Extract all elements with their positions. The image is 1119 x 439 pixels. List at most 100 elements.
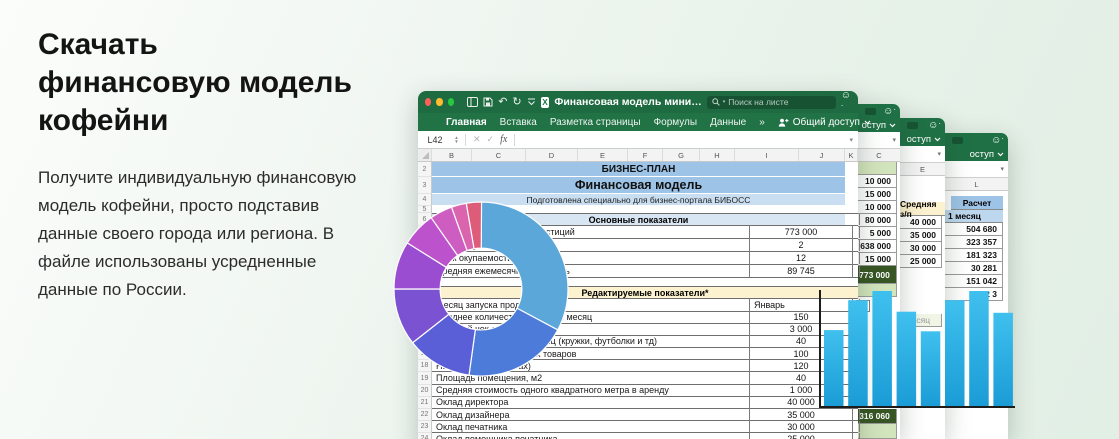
- value-cell[interactable]: 15 000: [858, 188, 897, 201]
- dropdown-arrow-icon[interactable]: ▾: [937, 150, 941, 158]
- row-number-21[interactable]: 21: [418, 397, 432, 409]
- row-number-9[interactable]: 9: [418, 252, 432, 265]
- tab-overflow[interactable]: »: [759, 117, 765, 128]
- row-number-20[interactable]: 20: [418, 385, 432, 397]
- feedback-smiley-icon[interactable]: ☺·: [841, 91, 851, 113]
- save-icon[interactable]: [483, 97, 493, 107]
- row-number-4[interactable]: 4: [418, 194, 432, 206]
- column-header-B[interactable]: B: [432, 149, 472, 161]
- header-cell[interactable]: Расчет: [951, 196, 1003, 210]
- row-number-18[interactable]: 18: [418, 360, 432, 372]
- column-header-E[interactable]: E: [578, 149, 628, 161]
- name-box-stepper[interactable]: ▲▼: [452, 136, 461, 144]
- value-cell-row-24[interactable]: 25 000: [749, 432, 853, 439]
- label-cell-row-14[interactable]: Среднее количество заказов в месяц: [436, 312, 592, 323]
- column-header[interactable]: E: [900, 163, 945, 176]
- column-header-I[interactable]: I: [735, 149, 799, 161]
- cancel-icon[interactable]: ✕: [473, 134, 481, 145]
- toolbar-options-icon[interactable]: [527, 98, 536, 106]
- merged-cell-row-2[interactable]: БИЗНЕС-ПЛАН: [432, 162, 845, 177]
- value-cell[interactable]: 30 281: [945, 262, 1003, 275]
- value-cell-row-7[interactable]: 773 000: [749, 225, 853, 239]
- column-header-F[interactable]: F: [628, 149, 663, 161]
- label-cell-row-21[interactable]: Оклад директора: [436, 397, 508, 408]
- value-cell[interactable]: 30 000: [900, 242, 942, 255]
- row-number-14[interactable]: 14: [418, 312, 432, 324]
- value-cell[interactable]: 10 000: [858, 175, 897, 188]
- share-button-fragment[interactable]: оступ: [907, 134, 941, 145]
- value-cell-row-9[interactable]: 12: [749, 251, 853, 265]
- merged-cell-row-4[interactable]: Подготовлена специально для бизнес-порта…: [432, 194, 845, 206]
- feedback-smiley-icon[interactable]: ☺·: [883, 105, 896, 117]
- dropdown-arrow-icon[interactable]: ▾: [1000, 165, 1004, 173]
- undo-icon[interactable]: ↶: [498, 97, 507, 108]
- value-cell[interactable]: 25 000: [900, 255, 942, 268]
- label-cell-row-10[interactable]: Средняя ежемесячная прибыль: [436, 265, 570, 277]
- merged-cell-row-3[interactable]: Финансовая модель: [432, 177, 845, 194]
- enter-icon[interactable]: ✓: [487, 134, 495, 145]
- row-number-3[interactable]: 3: [418, 177, 432, 194]
- row-number-15[interactable]: 15: [418, 324, 432, 336]
- label-cell-row-17[interactable]: Продажа сопутствующих товаров: [436, 348, 576, 359]
- value-cell[interactable]: 10 000: [858, 201, 897, 214]
- column-header-J[interactable]: J: [799, 149, 845, 161]
- label-cell-row-24[interactable]: Оклад помощника печатника: [436, 433, 558, 439]
- dropdown-arrow-icon[interactable]: ▾: [892, 136, 896, 144]
- row-number-12[interactable]: 12: [418, 286, 432, 299]
- value-cell[interactable]: 504 680: [945, 223, 1003, 236]
- merged-cell-row-6[interactable]: Основные показатели: [432, 214, 845, 225]
- row-number-24[interactable]: 24: [418, 433, 432, 439]
- label-cell-row-20[interactable]: Средняя стоимость одного квадратного мет…: [436, 385, 669, 396]
- minimize-button[interactable]: [436, 98, 442, 106]
- value-cell-row-10[interactable]: 89 745: [749, 264, 853, 278]
- close-button[interactable]: [425, 98, 431, 106]
- merged-cell-row-12[interactable]: Редактируемые показатели*: [432, 287, 858, 298]
- row-number-23[interactable]: 23: [418, 421, 432, 433]
- label-cell-row-16[interactable]: Количество товаров в месяц (кружки, футб…: [436, 336, 657, 347]
- sheet-search-input[interactable]: ▾ Поиск на листе: [707, 96, 836, 109]
- value-cell[interactable]: 151 042: [945, 275, 1003, 288]
- row-number-16[interactable]: 16: [418, 336, 432, 348]
- redo-icon[interactable]: ↻: [512, 97, 521, 108]
- value-cell[interactable]: 181 323: [945, 249, 1003, 262]
- row-number-5[interactable]: 5: [418, 206, 432, 213]
- row-number-7[interactable]: 7: [418, 226, 432, 239]
- label-cell-row-7[interactable]: Необходимый объем инвестиций: [436, 226, 575, 238]
- row-number-11[interactable]: 11: [418, 278, 432, 286]
- tab-razmetka[interactable]: Разметка страницы: [550, 117, 641, 128]
- row-number-6[interactable]: 6: [418, 213, 432, 226]
- value-cell[interactable]: 35 000: [900, 229, 942, 242]
- row-number-10[interactable]: 10: [418, 265, 432, 278]
- label-cell-row-8[interactable]: Срок запуска (мес): [436, 239, 515, 251]
- row-number-2[interactable]: 2: [418, 162, 432, 177]
- column-header[interactable]: C: [858, 149, 900, 162]
- tab-formuly[interactable]: Формулы: [654, 117, 698, 128]
- label-cell-row-19[interactable]: Площадь помещения, м2: [436, 372, 542, 383]
- column-header-C[interactable]: C: [472, 149, 526, 161]
- select-all-corner[interactable]: [418, 149, 432, 161]
- label-cell-row-18[interactable]: Наценка (в процентах): [436, 360, 531, 371]
- share-button-fragment[interactable]: оступ: [970, 149, 1004, 160]
- tab-glavnaya[interactable]: Главная: [446, 117, 487, 128]
- column-header[interactable]: L: [945, 178, 1008, 191]
- label-cell-row-13[interactable]: Месяц запуска продаж: [436, 299, 531, 311]
- zoom-button[interactable]: [448, 98, 454, 106]
- column-header-K[interactable]: K: [845, 149, 858, 161]
- label-cell-row-22[interactable]: Оклад дизайнера: [436, 409, 509, 420]
- formula-dropdown-icon[interactable]: ▾: [849, 136, 858, 144]
- column-header-G[interactable]: G: [663, 149, 700, 161]
- row-number-22[interactable]: 22: [418, 409, 432, 421]
- feedback-smiley-icon[interactable]: ☺·: [991, 134, 1004, 146]
- subheader-cell[interactable]: 1 месяц: [945, 210, 1003, 223]
- name-box[interactable]: L42: [418, 135, 452, 145]
- label-cell-row-23[interactable]: Оклад печатника: [436, 421, 507, 432]
- label-cell-row-9[interactable]: Срок окупаемости (мес): [436, 252, 536, 264]
- column-header-D[interactable]: D: [526, 149, 578, 161]
- label-cell-row-15[interactable]: Средний чек с 1 заказа: [436, 324, 533, 335]
- value-cell-row-8[interactable]: 2: [749, 238, 853, 252]
- value-cell[interactable]: 40 000: [900, 216, 942, 229]
- tab-vstavka[interactable]: Вставка: [500, 117, 537, 128]
- fx-icon[interactable]: fx: [500, 134, 507, 145]
- tab-dannye[interactable]: Данные: [710, 117, 746, 128]
- header-cell[interactable]: Средняя з/п: [900, 202, 945, 216]
